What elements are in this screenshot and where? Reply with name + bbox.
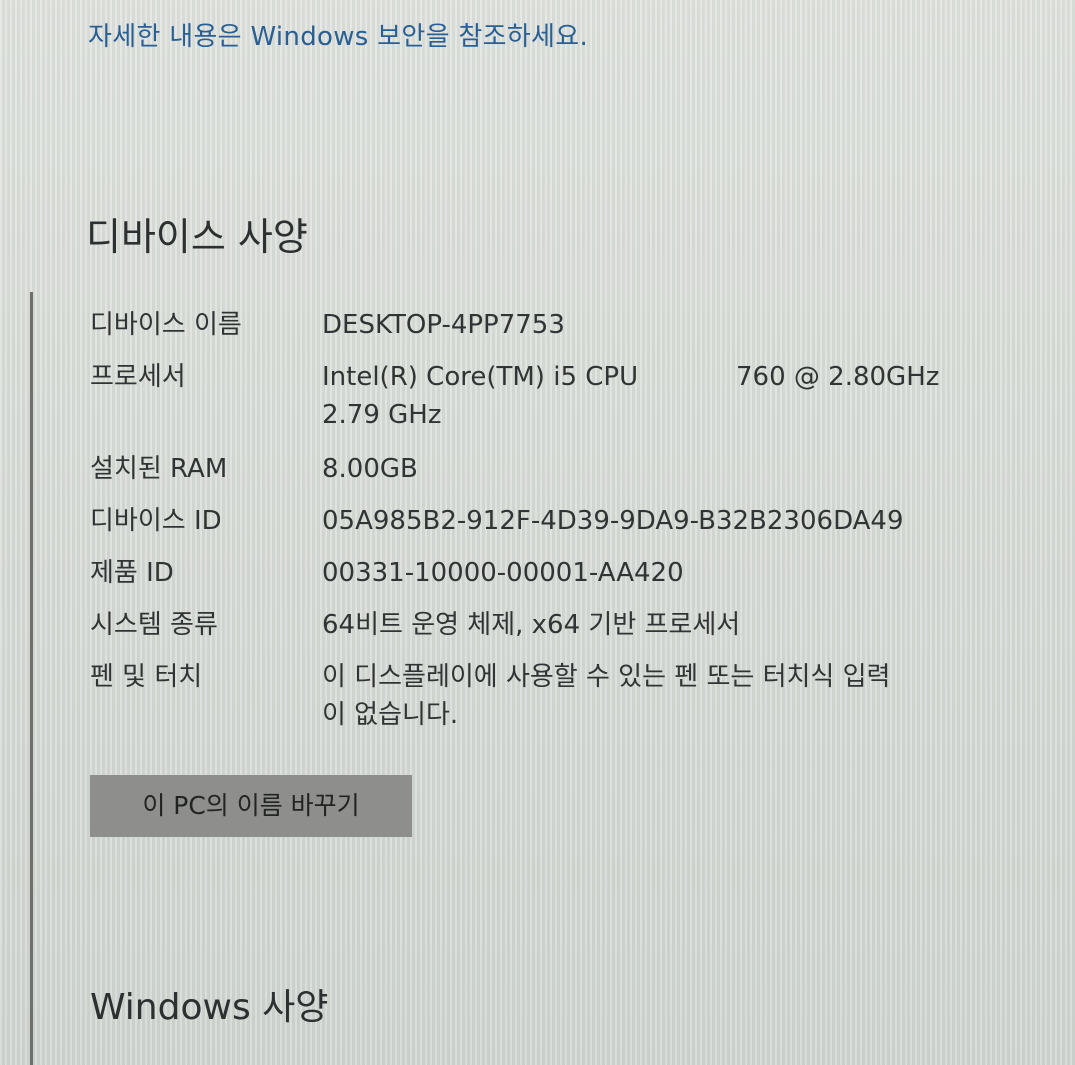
spec-label: 디바이스 ID (90, 506, 222, 536)
spec-label: 프로세서 (90, 362, 186, 392)
spec-value-system-type: 64비트 운영 체제, x64 기반 프로세서 (322, 610, 741, 640)
spec-value-pen-and-touch: 이 디스플레이에 사용할 수 있는 펜 또는 터치식 입력 이 없습니다. (322, 658, 1042, 734)
spec-label: 디바이스 이름 (90, 310, 242, 340)
processor-base-frequency: 760 @ 2.80GHz (736, 362, 940, 392)
spec-value-processor: Intel(R) Core(TM) i5 CPU 760 @ 2.80GHz 2… (322, 358, 1042, 434)
spec-label: 펜 및 터치 (90, 662, 203, 692)
spec-label: 시스템 종류 (90, 610, 218, 640)
rename-pc-button[interactable]: 이 PC의 이름 바꾸기 (90, 775, 412, 837)
pen-touch-line-2: 이 없습니다. (322, 700, 459, 730)
processor-current-speed: 2.79 GHz (322, 400, 442, 430)
left-pane-divider (30, 292, 33, 1065)
device-specs-title: 디바이스 사양 (86, 215, 308, 259)
spec-value-installed-ram: 8.00GB (322, 454, 418, 484)
spec-label: 설치된 RAM (90, 454, 228, 484)
spec-value-device-name: DESKTOP-4PP7753 (322, 310, 565, 340)
spec-value-device-id: 05A985B2-912F-4D39-9DA9-B32B2306DA49 (322, 506, 904, 536)
spec-label: 제품 ID (90, 558, 174, 588)
windows-specs-title: Windows 사양 (90, 987, 329, 1028)
windows-security-link[interactable]: 자세한 내용은 Windows 보안을 참조하세요. (88, 16, 588, 53)
spec-value-product-id: 00331-10000-00001-AA420 (322, 558, 684, 588)
pen-touch-line-1: 이 디스플레이에 사용할 수 있는 펜 또는 터치식 입력 (322, 662, 891, 692)
